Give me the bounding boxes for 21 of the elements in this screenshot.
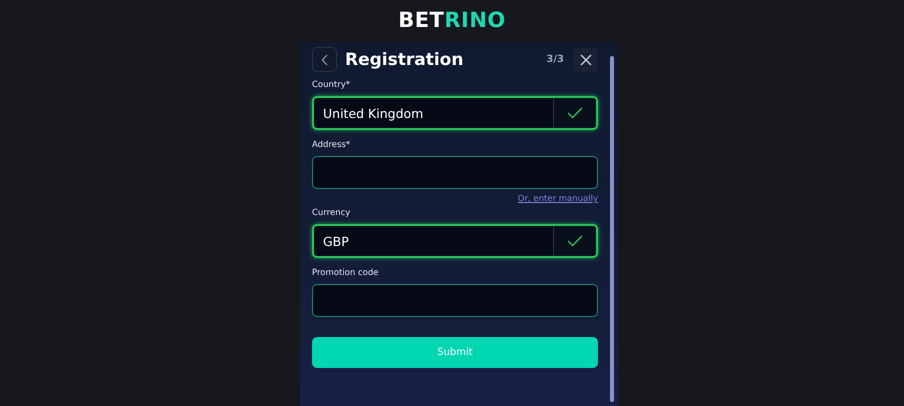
back-button[interactable] [312,47,337,72]
input-field[interactable]: GBP [312,224,598,258]
scroll-thumb[interactable] [610,56,614,402]
field-label: Address* [312,140,352,150]
field-label: Currency [312,208,352,218]
close-icon [580,54,592,66]
checkmark-icon [567,107,583,119]
checkmark-icon [567,235,583,247]
input-field[interactable] [312,156,598,189]
field-value: GBP [323,234,349,248]
logo: BETRINO [398,7,506,33]
field-label: Country* [312,80,352,90]
field-value: United Kingdom [323,106,424,120]
step-counter: 3/3 [546,54,564,65]
input-field[interactable]: United Kingdom [312,96,598,130]
field-label: Promotion code [312,268,380,278]
close-button[interactable] [574,48,598,72]
form-title: Registration [345,50,464,70]
input-field[interactable] [312,284,598,317]
enter-manually-link[interactable]: Or, enter manually [518,194,598,204]
chevron-left-icon [320,54,328,66]
